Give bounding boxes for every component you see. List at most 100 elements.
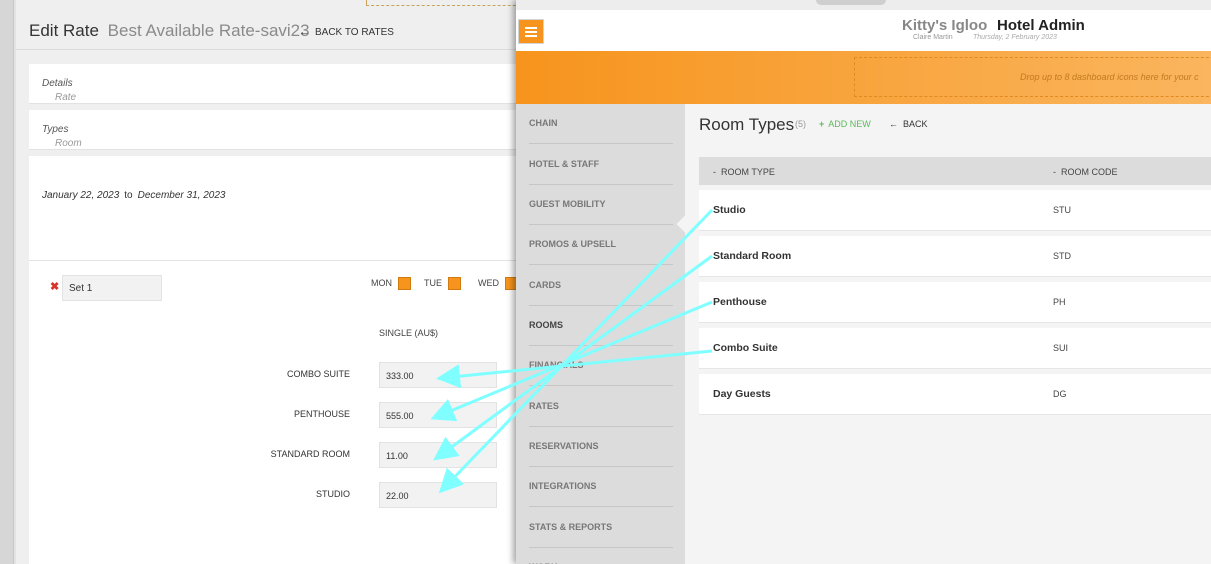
day-mon[interactable]: MON bbox=[371, 277, 411, 290]
section-label-prefix: Room bbox=[55, 138, 82, 149]
room-code: DG bbox=[1053, 389, 1067, 399]
room-code: STD bbox=[1053, 251, 1071, 261]
room-code: STU bbox=[1053, 205, 1071, 215]
room-type-name[interactable]: Day Guests bbox=[713, 388, 771, 400]
date-range: January 22, 2023 to December 31, 2023 bbox=[42, 190, 225, 201]
section-label-text: Types bbox=[42, 124, 69, 135]
section-label: Room Types bbox=[42, 124, 82, 149]
rate-set-panel: January 22, 2023 to December 31, 2023 ✖ Se… bbox=[29, 156, 540, 564]
window-handle[interactable] bbox=[816, 0, 886, 5]
column-header-label: ROOM TYPE bbox=[721, 167, 775, 177]
room-code: SUI bbox=[1053, 343, 1069, 353]
day-label: MON bbox=[371, 277, 392, 288]
sidebar-item-reservations[interactable]: RESERVATIONS bbox=[529, 427, 673, 467]
sidebar-item-stats-reports[interactable]: STATS & REPORTS bbox=[529, 508, 673, 548]
date-to: December 31, 2023 bbox=[137, 190, 226, 201]
sidebar-nav: CHAIN HOTEL & STAFF GUEST MOBILITY PROMO… bbox=[516, 104, 685, 564]
page-title: Room Types bbox=[699, 115, 795, 134]
sidebar-item-guest-mobility[interactable]: GUEST MOBILITY bbox=[529, 185, 673, 225]
section-label-prefix: Rate bbox=[55, 92, 77, 103]
column-header-label: ROOM CODE bbox=[1061, 167, 1118, 177]
rate-input-studio[interactable]: 22.00 bbox=[379, 482, 497, 508]
sidebar-item-chain[interactable]: CHAIN bbox=[529, 104, 673, 144]
checkbox-icon[interactable] bbox=[448, 277, 461, 290]
item-count-badge: (5) bbox=[795, 119, 806, 129]
rate-input-standard-room[interactable]: 11.00 bbox=[379, 442, 497, 468]
dropzone-fragment bbox=[366, 0, 536, 6]
hotel-admin-window: Kitty's Igloo Hotel Admin Claire Martin … bbox=[516, 0, 1211, 564]
dropzone-text: Drop up to 8 dashboard icons here for yo… bbox=[1020, 72, 1199, 82]
hamburger-menu-icon[interactable] bbox=[518, 19, 544, 44]
table-row[interactable]: Standard Room STD bbox=[699, 236, 1211, 277]
back-label: BACK bbox=[903, 119, 928, 129]
page-title-text: Edit Rate bbox=[29, 21, 99, 40]
sidebar-item-integrations[interactable]: INTEGRATIONS bbox=[529, 467, 673, 507]
dashboard-dropzone[interactable]: Drop up to 8 dashboard icons here for yo… bbox=[854, 57, 1211, 97]
edit-rate-header: Edit Rate Best Available Rate-savi23 ← BA… bbox=[16, 10, 540, 50]
room-type-name[interactable]: Combo Suite bbox=[713, 342, 778, 354]
rate-column-header: SINGLE (AU$) bbox=[379, 328, 439, 338]
dashboard-banner: Drop up to 8 dashboard icons here for yo… bbox=[516, 51, 1211, 104]
page-subtitle: Best Available Rate-savi23 bbox=[107, 21, 310, 40]
user-name: Claire Martin bbox=[913, 34, 953, 41]
rate-input-combo-suite[interactable]: 333.00 bbox=[379, 362, 497, 388]
rate-label-studio: STUDIO bbox=[315, 489, 350, 499]
day-wed[interactable]: WED bbox=[478, 277, 518, 290]
room-code: PH bbox=[1053, 297, 1066, 307]
sort-icon: - bbox=[1053, 167, 1056, 177]
sidebar-item-work[interactable]: WORK bbox=[529, 548, 673, 564]
room-type-name[interactable]: Studio bbox=[713, 204, 746, 216]
checkbox-icon[interactable] bbox=[398, 277, 411, 290]
app-title: Hotel Admin bbox=[997, 17, 1085, 34]
date-to-word: to bbox=[124, 190, 133, 201]
day-tue[interactable]: TUE bbox=[424, 277, 461, 290]
rate-input-penthouse[interactable]: 555.00 bbox=[379, 402, 497, 428]
section-label: Rate Details bbox=[42, 78, 76, 103]
table-row[interactable]: Studio STU bbox=[699, 190, 1211, 231]
hotel-name: Kitty's Igloo bbox=[902, 17, 988, 34]
section-label-text: Details bbox=[42, 78, 73, 89]
sidebar-item-rates[interactable]: RATES bbox=[529, 387, 673, 427]
column-header-room-code[interactable]: - ROOM CODE bbox=[1053, 167, 1118, 177]
page-title: Edit Rate Best Available Rate-savi23 bbox=[29, 21, 310, 41]
set-name-input[interactable]: Set 1 bbox=[62, 275, 162, 301]
add-new-button[interactable]: + ADD NEW bbox=[819, 119, 871, 129]
sidebar-item-cards[interactable]: CARDS bbox=[529, 266, 673, 306]
sidebar-item-hotel-staff[interactable]: HOTEL & STAFF bbox=[529, 145, 673, 185]
table-row[interactable]: Combo Suite SUI bbox=[699, 328, 1211, 369]
room-type-name[interactable]: Penthouse bbox=[713, 296, 767, 308]
table-row[interactable]: Day Guests DG bbox=[699, 374, 1211, 415]
plus-icon: + bbox=[819, 119, 825, 129]
back-button[interactable]: ← BACK bbox=[889, 119, 928, 129]
room-type-name[interactable]: Standard Room bbox=[713, 250, 791, 262]
table-row[interactable]: Penthouse PH bbox=[699, 282, 1211, 323]
date-from: January 22, 2023 bbox=[42, 190, 120, 201]
rate-label-standard-room: STANDARD ROOM bbox=[270, 449, 350, 459]
rate-label-combo-suite: COMBO SUITE bbox=[286, 369, 350, 379]
back-to-rates-label: BACK TO RATES bbox=[315, 27, 394, 38]
rate-label-penthouse: PENTHOUSE bbox=[293, 409, 350, 419]
edit-rate-page: Edit Rate Best Available Rate-savi23 ← BA… bbox=[16, 0, 540, 564]
remove-set-icon[interactable]: ✖ bbox=[50, 280, 59, 293]
day-label: TUE bbox=[424, 277, 442, 288]
left-gutter bbox=[0, 0, 14, 564]
section-rate-details[interactable]: Rate Details bbox=[29, 64, 540, 104]
sidebar-item-financials[interactable]: FINANCIALS bbox=[529, 346, 673, 386]
sidebar-item-promos-upsell[interactable]: PROMOS & UPSELL bbox=[529, 225, 673, 265]
edit-rate-window: Edit Rate Best Available Rate-savi23 ← BA… bbox=[0, 0, 540, 564]
column-header-room-type[interactable]: - ROOM TYPE bbox=[713, 167, 775, 177]
sidebar-item-rooms[interactable]: ROOMS bbox=[529, 306, 673, 346]
sort-icon: - bbox=[713, 167, 716, 177]
window-top-bar bbox=[516, 0, 1211, 10]
table-header: - ROOM TYPE - ROOM CODE bbox=[699, 157, 1211, 185]
day-label: WED bbox=[478, 277, 499, 288]
section-room-types[interactable]: Room Types bbox=[29, 110, 540, 150]
arrow-left-icon: ← bbox=[889, 119, 898, 129]
header-date: Thursday, 2 February 2023 bbox=[973, 34, 1057, 41]
arrow-left-icon: ← bbox=[299, 26, 310, 38]
app-header: Kitty's Igloo Hotel Admin Claire Martin … bbox=[516, 10, 1211, 51]
add-new-label: ADD NEW bbox=[828, 119, 871, 129]
back-to-rates-link[interactable]: ← BACK TO RATES bbox=[299, 26, 394, 38]
divider bbox=[29, 260, 540, 261]
room-types-content: Room Types (5) + ADD NEW ← BACK - ROOM TYP… bbox=[685, 104, 1211, 564]
